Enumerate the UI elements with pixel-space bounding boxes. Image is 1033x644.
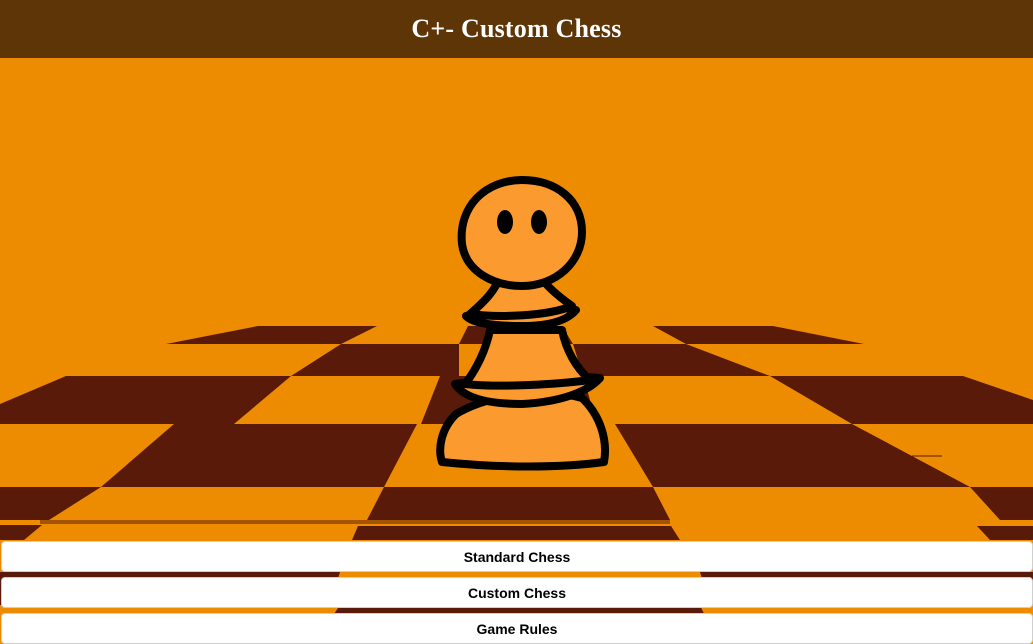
right-eye (531, 210, 547, 234)
title-bar: C+- Custom Chess (0, 0, 1033, 58)
pawn-icon (436, 176, 609, 471)
left-eye (497, 210, 513, 234)
standard-chess-button[interactable]: Standard Chess (1, 541, 1033, 572)
game-rules-button[interactable]: Game Rules (1, 613, 1033, 644)
custom-chess-button[interactable]: Custom Chess (1, 577, 1033, 608)
app-title: C+- Custom Chess (411, 14, 622, 43)
